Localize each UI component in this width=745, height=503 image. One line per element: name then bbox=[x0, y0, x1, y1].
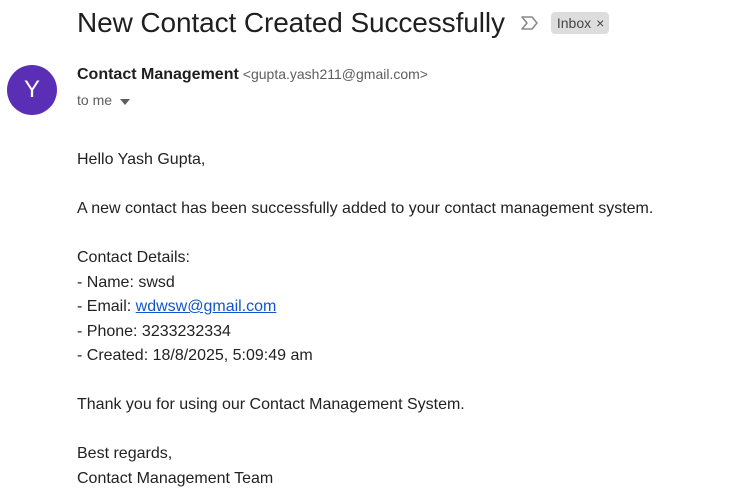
remove-label-icon[interactable]: × bbox=[596, 15, 604, 31]
detail-phone: - Phone: 3233232334 bbox=[77, 322, 231, 340]
chevron-down-icon[interactable] bbox=[120, 92, 131, 108]
detail-name: - Name: swsd bbox=[77, 273, 175, 291]
recipient-details-toggle[interactable]: to me bbox=[77, 92, 131, 108]
inbox-label-text: Inbox bbox=[556, 15, 592, 31]
sender-row: Contact Management <gupta.yash211@gmail.c… bbox=[77, 66, 428, 84]
contact-email-link[interactable]: wdwsw@gmail.com bbox=[136, 298, 277, 315]
sender-avatar[interactable]: Y bbox=[7, 65, 57, 115]
greeting: Hello Yash Gupta, bbox=[77, 151, 206, 168]
closing-line: Best regards, bbox=[77, 445, 173, 462]
sender-name[interactable]: Contact Management bbox=[77, 66, 239, 83]
inbox-label-chip[interactable]: Inbox × bbox=[550, 12, 610, 34]
sender-email: <gupta.yash211@gmail.com> bbox=[242, 66, 428, 82]
detail-email-label: - Email: bbox=[77, 298, 136, 315]
thanks-line: Thank you for using our Contact Manageme… bbox=[77, 396, 465, 413]
intro-line: A new contact has been successfully adde… bbox=[77, 200, 654, 217]
recipient-label: to me bbox=[77, 92, 113, 108]
details-heading: Contact Details: bbox=[77, 249, 190, 266]
subject-row: New Contact Created Successfully Inbox × bbox=[77, 4, 610, 42]
detail-email: - Email: wdwsw@gmail.com bbox=[77, 295, 653, 320]
signature-line: Contact Management Team bbox=[77, 469, 274, 487]
detail-created: - Created: 18/8/2025, 5:09:49 am bbox=[77, 347, 313, 364]
email-body: Hello Yash Gupta, A new contact has been… bbox=[77, 148, 653, 491]
email-subject: New Contact Created Successfully bbox=[77, 7, 505, 38]
importance-marker-icon[interactable] bbox=[519, 14, 541, 32]
